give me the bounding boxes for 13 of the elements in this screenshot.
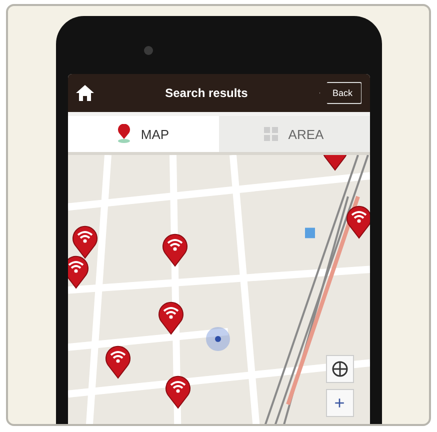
tab[interactable]: MAP: [68, 116, 218, 152]
location-dot-icon: [206, 327, 230, 351]
home-icon[interactable]: [76, 85, 94, 101]
zoom-in-button[interactable]: +: [326, 389, 354, 417]
screen-title: Search results: [164, 86, 249, 100]
camera-icon: [144, 46, 152, 55]
target-icon: [330, 360, 348, 378]
grid-icon: [264, 127, 278, 141]
tab[interactable]: AREA: [218, 116, 370, 152]
locate-button[interactable]: [326, 355, 354, 383]
tab-label: AREA: [288, 126, 324, 142]
map-pin-icon: [116, 124, 131, 144]
tab-label: MAP: [140, 126, 170, 142]
